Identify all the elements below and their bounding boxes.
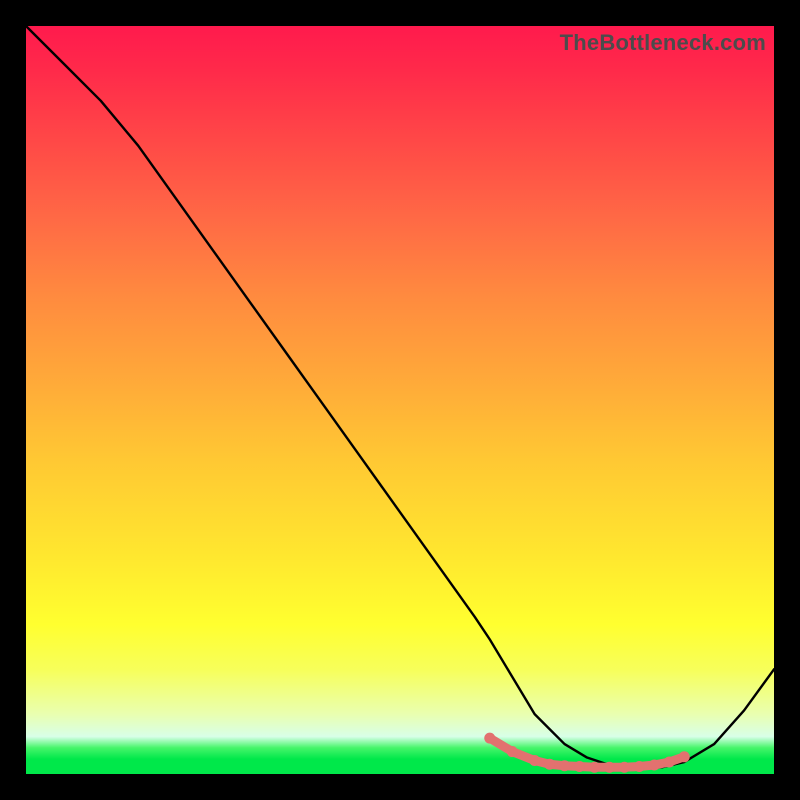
valley-point bbox=[559, 760, 570, 771]
plot-area: TheBottleneck.com bbox=[26, 26, 774, 774]
curve-line bbox=[26, 26, 774, 768]
valley-point bbox=[634, 761, 645, 772]
valley-point bbox=[679, 751, 690, 762]
valley-point bbox=[649, 760, 660, 771]
valley-point bbox=[619, 762, 630, 773]
chart-container: TheBottleneck.com bbox=[0, 0, 800, 800]
chart-svg bbox=[26, 26, 774, 774]
watermark-label: TheBottleneck.com bbox=[560, 30, 766, 56]
valley-point bbox=[529, 755, 540, 766]
valley-point bbox=[544, 759, 555, 770]
valley-point bbox=[664, 757, 675, 768]
valley-point bbox=[507, 746, 518, 757]
valley-highlight-line bbox=[490, 738, 684, 767]
valley-point bbox=[604, 762, 615, 773]
valley-point bbox=[484, 733, 495, 744]
valley-point bbox=[574, 761, 585, 772]
valley-point bbox=[589, 762, 600, 773]
